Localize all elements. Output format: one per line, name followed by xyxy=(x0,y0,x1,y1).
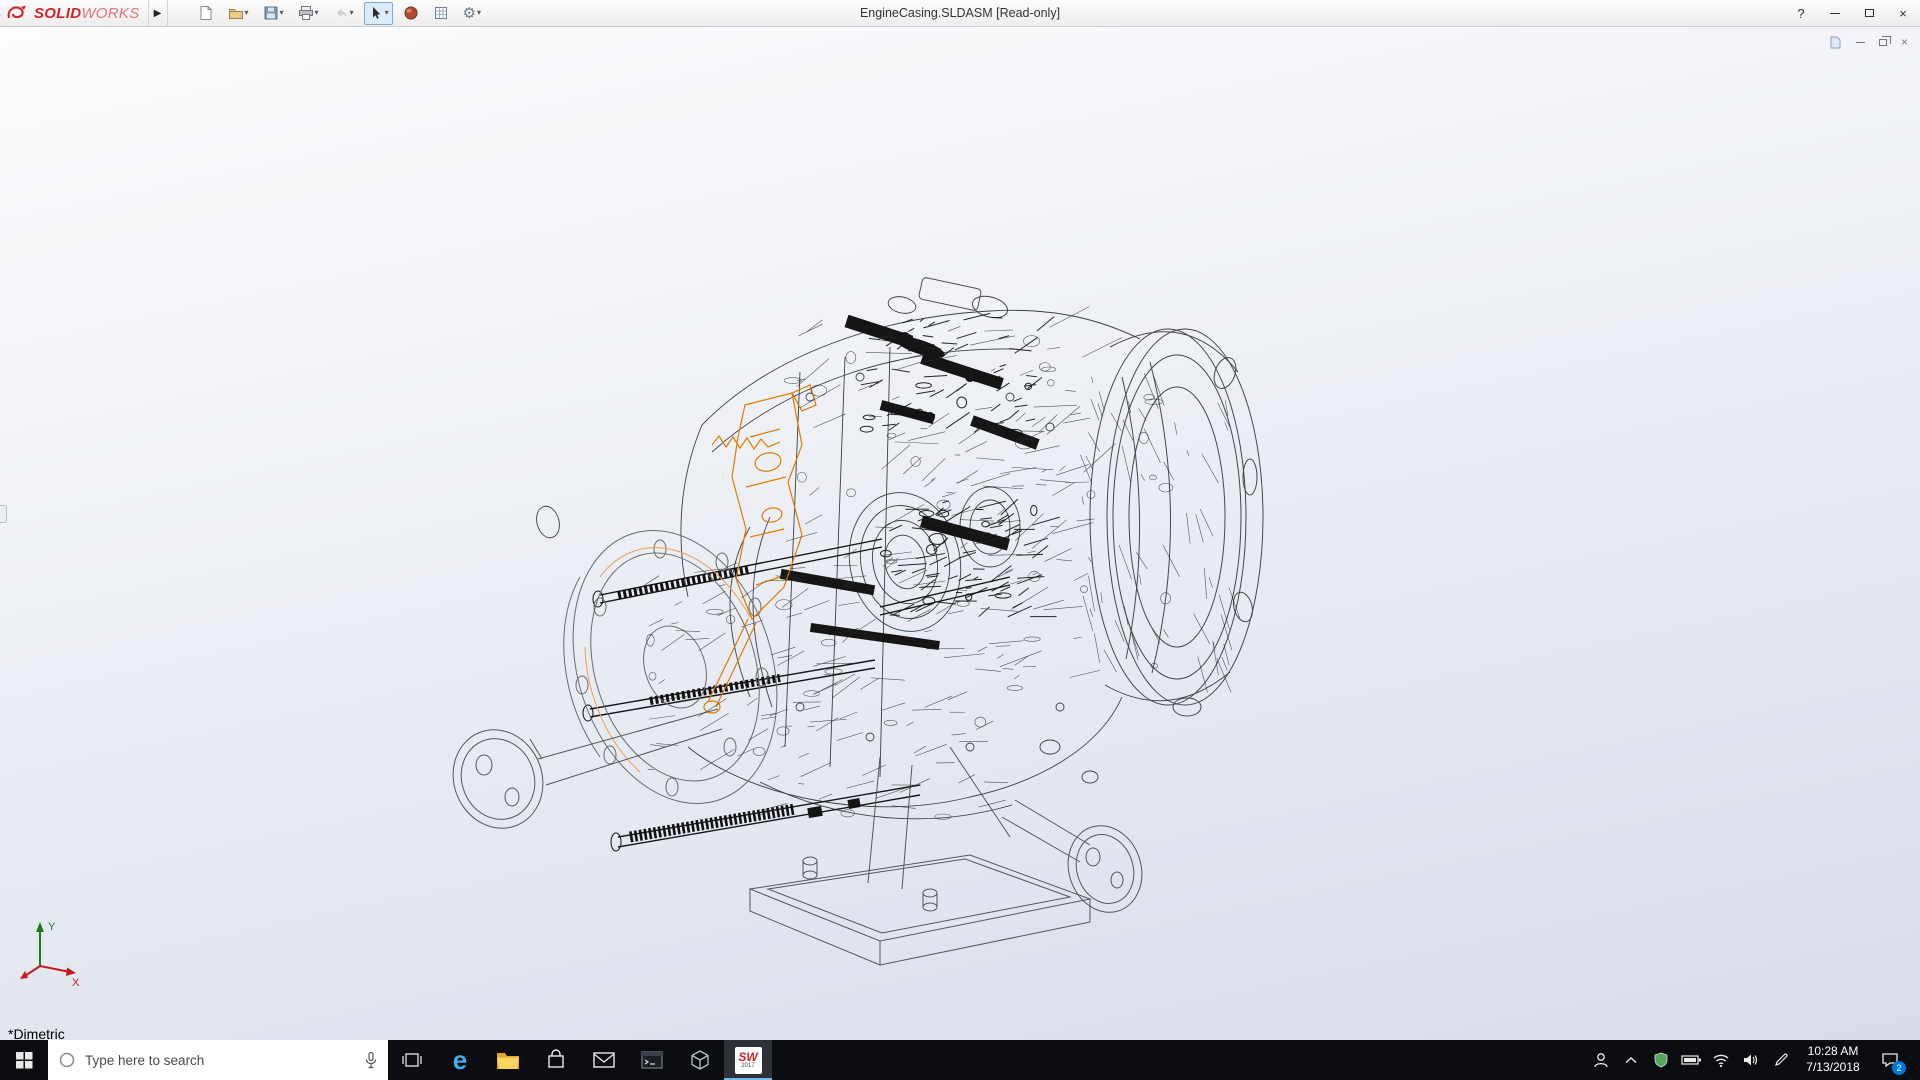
undo-button[interactable]: ▾ xyxy=(329,2,358,25)
wireframe-geometry xyxy=(539,504,810,830)
panel-collapse-tab[interactable] xyxy=(0,505,7,523)
volume-icon xyxy=(1742,1053,1760,1067)
wireframe-geometry xyxy=(970,293,1263,716)
clock-time: 10:28 AM xyxy=(1800,1044,1866,1060)
cad-model[interactable] xyxy=(450,277,1290,997)
taskbar-edge[interactable]: e xyxy=(436,1040,484,1080)
taskbar-store[interactable] xyxy=(532,1040,580,1080)
taskbar-3d-viewer[interactable] xyxy=(676,1040,724,1080)
mail-icon xyxy=(593,1051,615,1069)
solidworks-logo: SOLIDWORKS xyxy=(0,4,148,22)
help-button[interactable]: ? xyxy=(1784,0,1818,26)
store-icon xyxy=(546,1049,566,1071)
people-button[interactable] xyxy=(1586,1040,1616,1080)
volume-button[interactable] xyxy=(1736,1040,1766,1080)
material-button[interactable] xyxy=(399,2,423,25)
orientation-triad[interactable]: Y X xyxy=(18,916,82,990)
search-input[interactable] xyxy=(85,1053,355,1068)
save-button[interactable]: ▾ xyxy=(259,2,288,25)
design-table-icon xyxy=(433,5,449,21)
defender-button[interactable] xyxy=(1646,1040,1676,1080)
wireframe-geometry xyxy=(583,539,1010,851)
taskbar: e SW 2017 xyxy=(0,1040,1920,1080)
start-button[interactable] xyxy=(0,1040,48,1080)
options-gear-icon: ⚙ xyxy=(463,6,476,21)
edge-icon: e xyxy=(453,1047,467,1073)
3ds-swoosh-icon xyxy=(6,4,30,22)
titlebar: SOLIDWORKS ▶ ▾ ▾ ▾ xyxy=(0,0,1920,27)
people-icon xyxy=(1591,1050,1611,1070)
doc-restore-icon xyxy=(1879,39,1887,46)
open-folder-icon xyxy=(228,5,244,21)
menu-flyout-button[interactable]: ▶ xyxy=(148,0,168,27)
task-view-button[interactable] xyxy=(388,1040,436,1080)
3d-viewer-icon xyxy=(689,1049,711,1071)
tray-overflow-button[interactable] xyxy=(1616,1040,1646,1080)
solidworks-icon: SW 2017 xyxy=(735,1047,762,1074)
windows-logo-icon xyxy=(16,1052,33,1069)
battery-button[interactable] xyxy=(1676,1040,1706,1080)
doc-restore-button[interactable] xyxy=(1879,39,1887,46)
defender-icon xyxy=(1653,1052,1669,1068)
battery-icon xyxy=(1681,1054,1702,1066)
search-box[interactable] xyxy=(48,1040,388,1080)
wireframe-geometry xyxy=(780,315,1040,818)
console-icon xyxy=(641,1051,663,1069)
graphics-area[interactable]: × xyxy=(0,27,1920,1040)
doc-minimize-button[interactable] xyxy=(1856,42,1865,43)
maximize-button[interactable] xyxy=(1852,0,1886,26)
minimize-button[interactable] xyxy=(1818,0,1852,26)
taskbar-console[interactable] xyxy=(628,1040,676,1080)
select-tool-button[interactable]: ▾ xyxy=(364,2,393,25)
new-document-icon xyxy=(198,5,214,21)
wireframe-geometry xyxy=(450,709,1153,965)
open-button[interactable]: ▾ xyxy=(224,2,253,25)
doc-close-button[interactable]: × xyxy=(1901,35,1908,49)
doc-minimize-icon xyxy=(1856,42,1865,43)
taskbar-file-explorer[interactable] xyxy=(484,1040,532,1080)
undo-icon xyxy=(333,5,349,21)
network-button[interactable] xyxy=(1706,1040,1736,1080)
quick-access-toolbar: ▾ ▾ ▾ ▾ ▾ xyxy=(168,2,486,25)
task-view-icon xyxy=(401,1049,423,1071)
pen-button[interactable] xyxy=(1766,1040,1796,1080)
design-table-button[interactable] xyxy=(429,2,453,25)
options-button[interactable]: ⚙ ▾ xyxy=(459,2,485,25)
microphone-icon[interactable] xyxy=(364,1051,378,1069)
clock-date: 7/13/2018 xyxy=(1800,1060,1866,1076)
maximize-icon xyxy=(1865,9,1874,17)
close-button[interactable]: × xyxy=(1886,0,1920,26)
save-icon xyxy=(263,5,279,21)
chevron-up-icon xyxy=(1624,1055,1638,1065)
system-tray: 10:28 AM 7/13/2018 2 xyxy=(1586,1040,1920,1080)
material-sphere-icon xyxy=(403,5,419,21)
network-icon xyxy=(1712,1053,1730,1068)
window-controls: ? × xyxy=(1784,0,1920,26)
cortana-icon xyxy=(58,1051,76,1069)
document-window-icon xyxy=(1829,36,1842,49)
taskbar-solidworks[interactable]: SW 2017 xyxy=(724,1040,772,1080)
taskbar-mail[interactable] xyxy=(580,1040,628,1080)
document-window-controls: × xyxy=(1829,35,1908,49)
file-explorer-icon xyxy=(496,1050,520,1070)
notification-badge: 2 xyxy=(1892,1061,1906,1075)
print-button[interactable]: ▾ xyxy=(294,2,323,25)
select-arrow-icon xyxy=(368,5,384,21)
pen-icon xyxy=(1773,1052,1789,1068)
print-icon xyxy=(298,5,314,21)
taskbar-clock[interactable]: 10:28 AM 7/13/2018 xyxy=(1796,1044,1870,1075)
triad-y-label: Y xyxy=(48,921,56,933)
action-center-button[interactable]: 2 xyxy=(1870,1040,1910,1080)
triad-x-label: X xyxy=(72,977,80,989)
new-document-button[interactable] xyxy=(194,2,218,25)
brand-text: SOLIDWORKS xyxy=(34,5,140,22)
minimize-icon xyxy=(1830,13,1840,14)
